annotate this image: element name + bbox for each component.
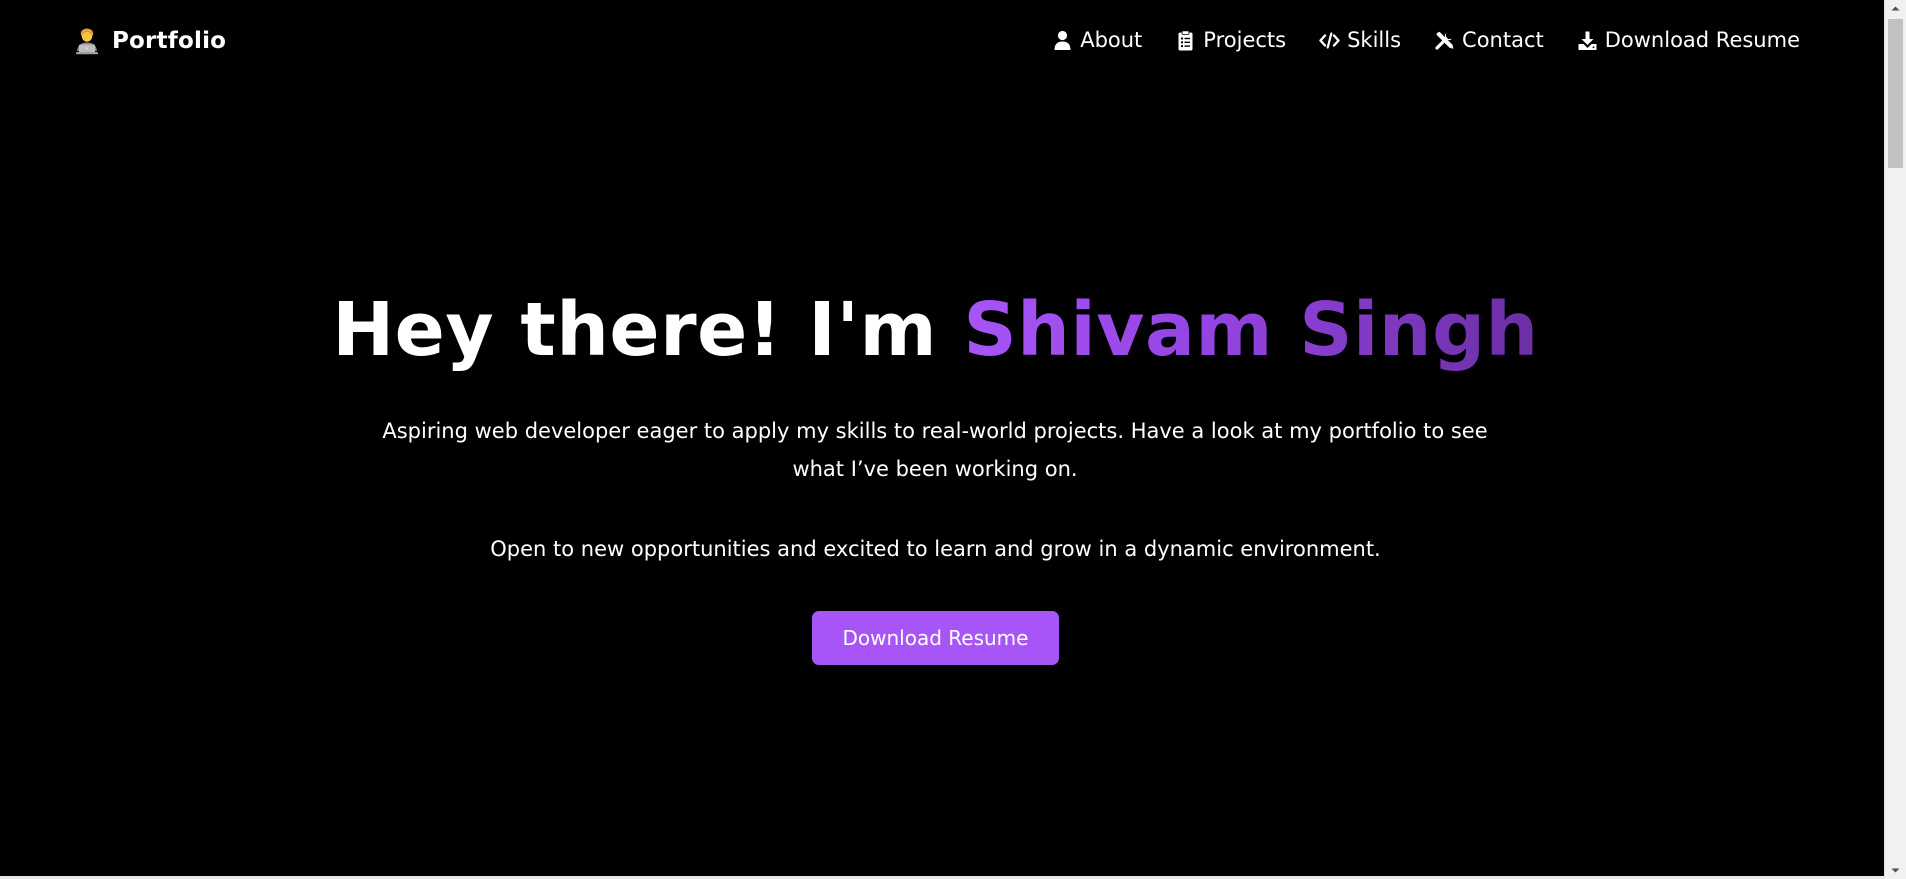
hero-name: Shivam Singh: [963, 287, 1539, 373]
download-resume-button[interactable]: Download Resume: [812, 611, 1059, 665]
scroll-down-arrow-icon[interactable]: [1885, 862, 1906, 879]
vertical-scrollbar[interactable]: [1884, 0, 1906, 879]
scroll-up-arrow-icon[interactable]: [1885, 0, 1906, 17]
hero-title: Hey there! I'm Shivam Singh: [0, 282, 1871, 378]
page-viewport: Portfolio About Projects Skills Contact …: [0, 0, 1884, 876]
hero-section: Hey there! I'm Shivam Singh Aspiring web…: [0, 0, 1871, 876]
hero-description-secondary: Open to new opportunities and excited to…: [490, 537, 1381, 561]
hero-description: Aspiring web developer eager to apply my…: [382, 419, 1488, 481]
hero-greeting: Hey there! I'm: [332, 287, 964, 373]
scrollbar-thumb[interactable]: [1888, 19, 1903, 168]
